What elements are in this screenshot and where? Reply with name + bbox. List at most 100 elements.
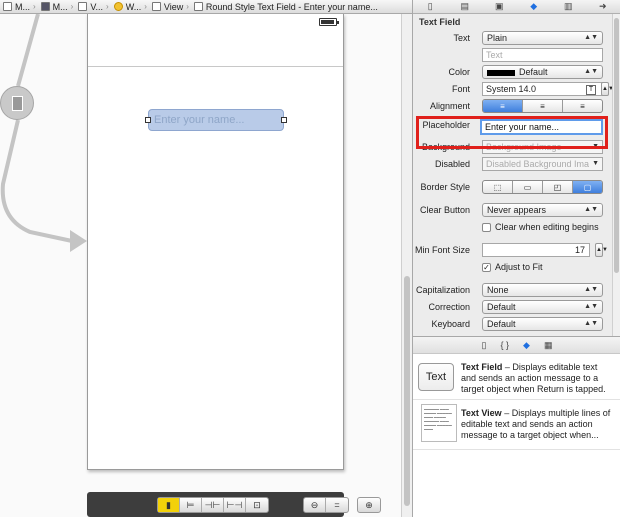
border-line-button[interactable]: ▭ — [513, 181, 543, 193]
breadcrumb-item-storyboard[interactable]: V... › — [75, 2, 110, 12]
file-icon: ▯ — [481, 339, 487, 350]
chevron-right-icon: › — [144, 2, 147, 11]
min-font-size-field[interactable]: 17 — [482, 243, 590, 257]
library-item-description: Text Field – Displays editable text and … — [461, 362, 606, 394]
resize-handle-right[interactable] — [281, 117, 287, 123]
alignment-row: Alignment ≡ ≡ ≡ — [413, 98, 613, 115]
breadcrumb-item-view-controller[interactable]: W... › — [111, 2, 149, 12]
color-popup[interactable]: Default ▲▼ — [482, 65, 603, 79]
attributes-inspector-tab[interactable]: ◆ — [527, 1, 541, 12]
file-inspector-tab[interactable]: ▯ — [423, 1, 437, 12]
canvas-scrollbar[interactable] — [401, 14, 412, 517]
checkmark-icon: ✓ — [482, 262, 491, 272]
cube-icon: ◆ — [523, 339, 530, 350]
embed-icon: ⊡ — [253, 499, 261, 510]
segue-badge[interactable] — [0, 86, 34, 120]
iphone-scene[interactable]: Enter your name... — [87, 14, 344, 470]
identity-icon: ▣ — [494, 1, 504, 11]
resolve-icon: ⊣⊢ — [204, 499, 221, 510]
font-picker-icon[interactable]: T — [586, 85, 596, 95]
font-field[interactable]: System 14.0 T — [482, 82, 603, 96]
storyboard-canvas[interactable]: Enter your name... ▮ ⊨ ⊣⊢ ⊢⊣ ⊡ ⊖ = ⊕ — [0, 14, 401, 517]
clear-button-popup[interactable]: Never appears ▲▼ — [482, 203, 603, 217]
border-rounded-button[interactable]: ▢ — [573, 181, 602, 193]
updown-arrows-icon: ▲▼ — [584, 34, 598, 41]
adjust-to-fit-row: ✓ Adjust to Fit — [413, 259, 613, 276]
resizing-button[interactable]: ⊢⊣ — [224, 498, 246, 512]
object-library: Text Text Field – Displays editable text… — [413, 354, 620, 517]
breadcrumb-item-folder[interactable]: M... › — [38, 2, 76, 12]
resolve-button[interactable]: ⊣⊢ — [202, 498, 224, 512]
border-none-button[interactable]: ⬚ — [483, 181, 513, 193]
chevron-right-icon: › — [106, 2, 109, 11]
border-line-icon: ▭ — [523, 182, 532, 192]
battery-icon — [319, 18, 339, 26]
library-item-text-view[interactable]: ▬▬▬▬▬ ▬▬▬ ▬▬▬▬ ▬▬▬▬▬ ▬▬▬ ▬▬▬▬ ▬▬▬▬▬ ▬▬▬ … — [413, 400, 620, 450]
zoom-out-button[interactable]: ⊖ — [304, 498, 326, 512]
placeholder-highlight-box — [416, 116, 608, 149]
capitalization-popup[interactable]: None ▲▼ — [482, 283, 603, 297]
clear-when-editing-row: Clear when editing begins — [413, 219, 613, 236]
clear-when-editing-checkbox[interactable]: Clear when editing begins — [482, 222, 599, 232]
correction-popup[interactable]: Default ▲▼ — [482, 300, 603, 314]
align-right-button[interactable]: ≡ — [563, 100, 602, 112]
text-field-thumbnail: Text — [418, 363, 454, 391]
keyboard-popup[interactable]: Default ▲▼ — [482, 317, 603, 331]
file-icon: ▯ — [427, 1, 433, 11]
border-style-row: Border Style ⬚ ▭ ◰ ▢ — [413, 179, 613, 196]
pin-button[interactable]: ⊨ — [180, 498, 202, 512]
align-center-icon: ≡ — [540, 101, 545, 111]
project-icon — [3, 2, 12, 11]
disabled-background-field[interactable]: Disabled Background Ima ▼ — [482, 157, 603, 171]
zoom-out-icon: ⊖ — [310, 499, 319, 510]
zoom-button-group: ⊖ = — [303, 497, 349, 513]
zoom-in-button[interactable]: ⊕ — [358, 498, 380, 512]
segue-arrow[interactable] — [0, 14, 90, 274]
inspector-scroll-thumb[interactable] — [614, 18, 619, 273]
attributes-icon: ◆ — [530, 1, 538, 11]
align-button[interactable]: ▮ — [158, 498, 180, 512]
zoom-fit-button[interactable]: = — [326, 498, 348, 512]
navbar-divider — [88, 66, 343, 67]
resize-handle-left[interactable] — [145, 117, 151, 123]
adjust-to-fit-checkbox[interactable]: ✓ Adjust to Fit — [482, 262, 543, 272]
text-row: Text Plain ▲▼ — [413, 30, 613, 47]
breadcrumb-item-project[interactable]: M... › — [0, 2, 38, 12]
text-value-field[interactable]: Text — [482, 48, 603, 62]
border-bezel-icon: ◰ — [553, 182, 562, 192]
file-template-library-tab[interactable]: ▯ — [482, 340, 487, 351]
border-style-segmented-control: ⬚ ▭ ◰ ▢ — [482, 180, 603, 194]
chevron-right-icon: › — [33, 2, 36, 11]
code-snippet-library-tab[interactable]: { } — [501, 340, 510, 350]
breadcrumb-item-view[interactable]: View › — [149, 2, 191, 12]
align-center-button[interactable]: ≡ — [523, 100, 563, 112]
size-inspector-tab[interactable]: ▥ — [561, 1, 575, 12]
layout-button-group: ▮ ⊨ ⊣⊢ ⊢⊣ ⊡ — [157, 497, 269, 513]
object-library-tab[interactable]: ◆ — [523, 340, 530, 351]
clear-button-row: Clear Button Never appears ▲▼ — [413, 202, 613, 219]
align-left-button[interactable]: ≡ — [483, 100, 523, 112]
canvas-text-field[interactable]: Enter your name... — [145, 109, 287, 131]
library-item-description: Text View – Displays multiple lines of e… — [461, 408, 611, 440]
arrow-right-circle-icon: ➜ — [598, 1, 607, 11]
align-right-icon: ≡ — [580, 101, 585, 111]
embed-button[interactable]: ⊡ — [246, 498, 268, 512]
breadcrumb-item-text-field[interactable]: Round Style Text Field - Enter your name… — [191, 2, 380, 12]
min-font-size-stepper[interactable]: ▲▼ — [595, 243, 608, 257]
dropdown-arrow-icon: ▼ — [592, 158, 599, 170]
border-bezel-button[interactable]: ◰ — [543, 181, 573, 193]
media-library-tab[interactable]: ▦ — [544, 340, 553, 351]
alignment-segmented-control: ≡ ≡ ≡ — [482, 99, 603, 113]
library-item-text-field[interactable]: Text Text Field – Displays editable text… — [413, 354, 620, 400]
color-row: Color Default ▲▼ — [413, 64, 613, 81]
section-title: Text Field — [419, 17, 461, 27]
quick-help-tab[interactable]: ▤ — [458, 1, 472, 12]
text-type-popup[interactable]: Plain ▲▼ — [482, 31, 603, 45]
inspector-scrollbar[interactable] — [612, 14, 620, 336]
identity-inspector-tab[interactable]: ▣ — [492, 1, 506, 12]
font-size-stepper[interactable]: ▲▼ — [601, 82, 613, 96]
inspector-tabs: ▯ ▤ ▣ ◆ ▥ ➜ — [413, 0, 620, 14]
storyboard-icon — [78, 2, 88, 11]
canvas-scroll-thumb[interactable] — [404, 276, 410, 506]
connections-inspector-tab[interactable]: ➜ — [596, 1, 610, 12]
